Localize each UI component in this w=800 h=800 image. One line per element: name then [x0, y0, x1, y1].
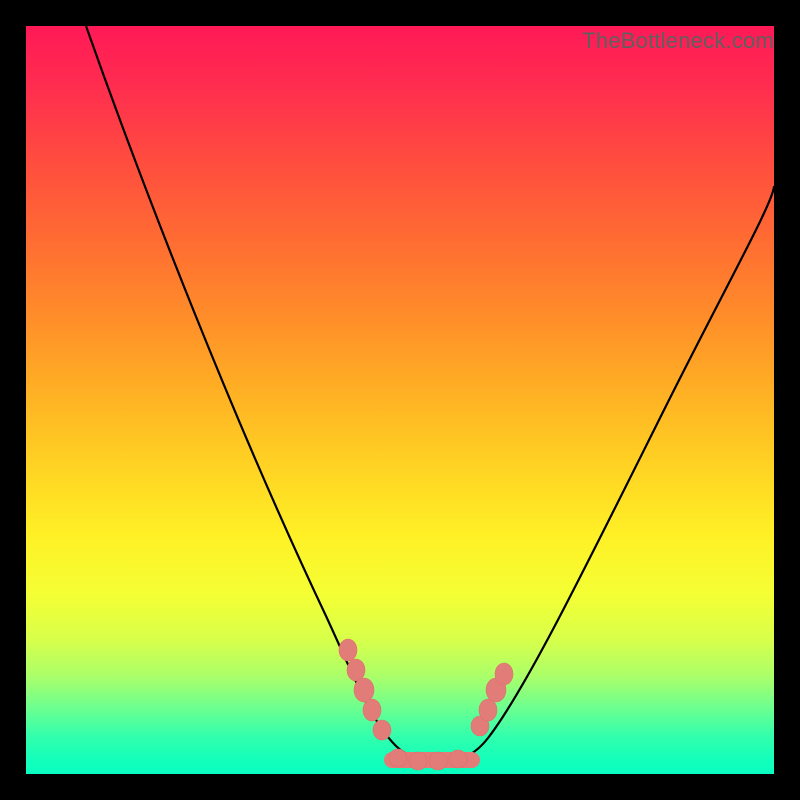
- chart-canvas: [26, 26, 774, 774]
- watermark-text: TheBottleneck.com: [582, 26, 774, 54]
- plot-area: [26, 26, 774, 774]
- highlight-dots: [339, 639, 513, 770]
- outer-frame: TheBottleneck.com: [0, 0, 800, 800]
- bottleneck-curve: [86, 26, 774, 761]
